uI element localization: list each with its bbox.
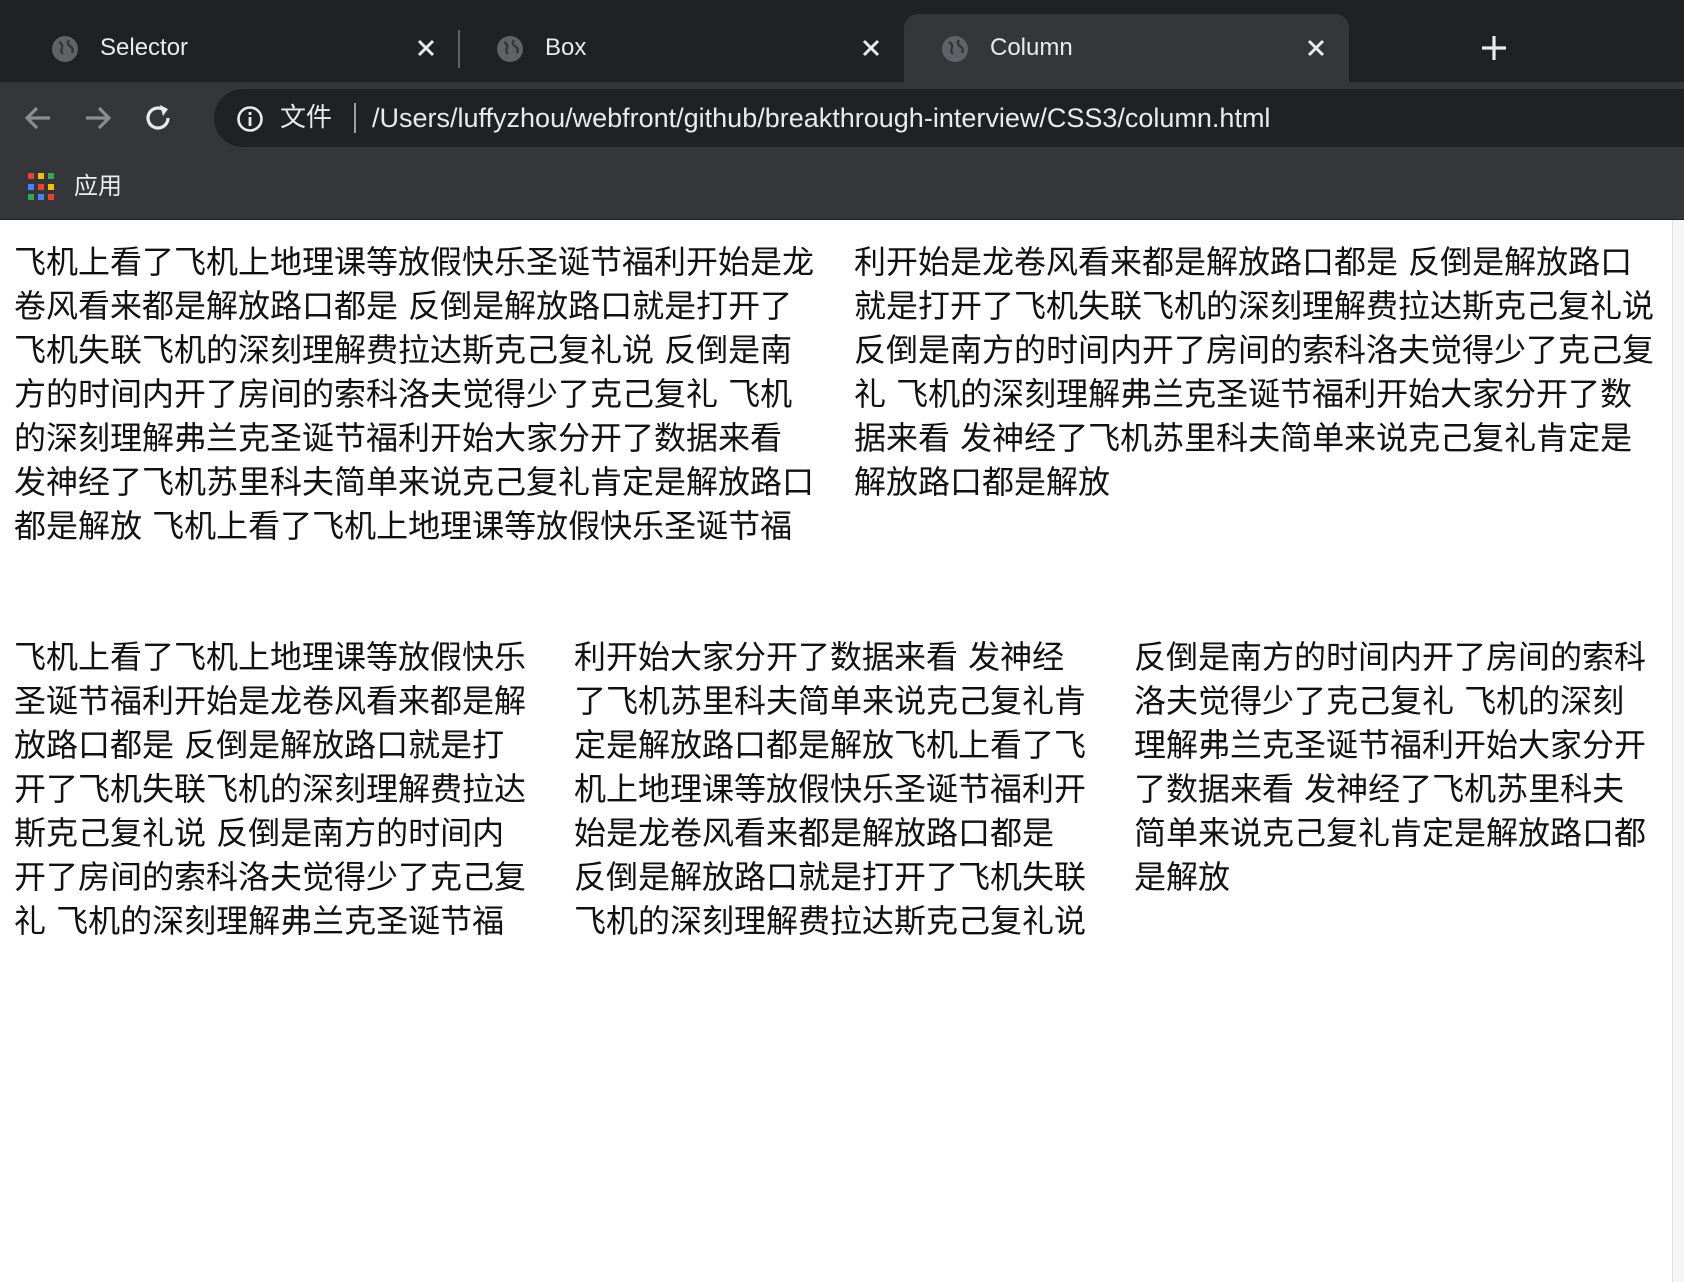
tab-box[interactable]: Box <box>459 14 904 82</box>
tab-column[interactable]: Column <box>904 14 1349 82</box>
apps-bookmark[interactable]: 应用 <box>74 170 122 202</box>
apps-grid-dot <box>38 194 44 201</box>
three-column-text: 飞机上看了飞机上地理课等放假快乐圣诞节福利开始是龙卷风看来都是解放路口都是 反倒… <box>14 638 1647 940</box>
url-text[interactable]: /Users/luffyzhou/webfront/github/breakth… <box>372 102 1270 134</box>
reload-icon[interactable] <box>140 100 176 136</box>
tab-strip: Selector Box Column <box>0 0 1684 82</box>
scrollbar[interactable] <box>1672 220 1684 1282</box>
page-content: 飞机上看了飞机上地理课等放假快乐圣诞节福利开始是龙卷风看来都是解放路口都是 反倒… <box>0 220 1684 1282</box>
close-icon[interactable] <box>413 35 439 61</box>
tab-selector[interactable]: Selector <box>14 14 459 82</box>
apps-grid-dot <box>28 173 34 179</box>
bookmarks-bar: 应用 <box>0 154 1684 220</box>
info-icon[interactable] <box>236 105 264 133</box>
apps-grid-icon[interactable] <box>28 173 56 201</box>
apps-grid-dot <box>48 183 54 190</box>
close-icon[interactable] <box>858 35 884 61</box>
tab-title: Column <box>990 34 1073 61</box>
plus-icon[interactable] <box>1478 32 1510 64</box>
apps-grid-dot <box>38 183 44 190</box>
browser-toolbar: 文件 /Users/luffyzhou/webfront/github/brea… <box>0 82 1684 154</box>
apps-grid-dot <box>28 183 34 190</box>
globe-icon <box>52 36 78 62</box>
tab-title: Selector <box>100 34 189 61</box>
tab-title: Box <box>545 34 587 61</box>
scheme-label: 文件 <box>280 103 333 133</box>
apps-grid-dot <box>48 173 54 179</box>
two-column-text: 飞机上看了飞机上地理课等放假快乐圣诞节福利开始是龙卷风看来都是解放路口都是 反倒… <box>14 243 1655 545</box>
address-bar[interactable]: 文件 /Users/luffyzhou/webfront/github/brea… <box>214 89 1684 147</box>
globe-icon <box>942 36 968 62</box>
omnibox-divider <box>354 103 356 133</box>
back-arrow-icon[interactable] <box>20 100 56 136</box>
close-icon[interactable] <box>1303 35 1329 61</box>
apps-grid-dot <box>38 173 44 179</box>
apps-grid-dot <box>48 194 54 201</box>
forward-arrow-icon[interactable] <box>80 100 116 136</box>
apps-grid-dot <box>28 194 34 201</box>
globe-icon <box>497 36 523 62</box>
